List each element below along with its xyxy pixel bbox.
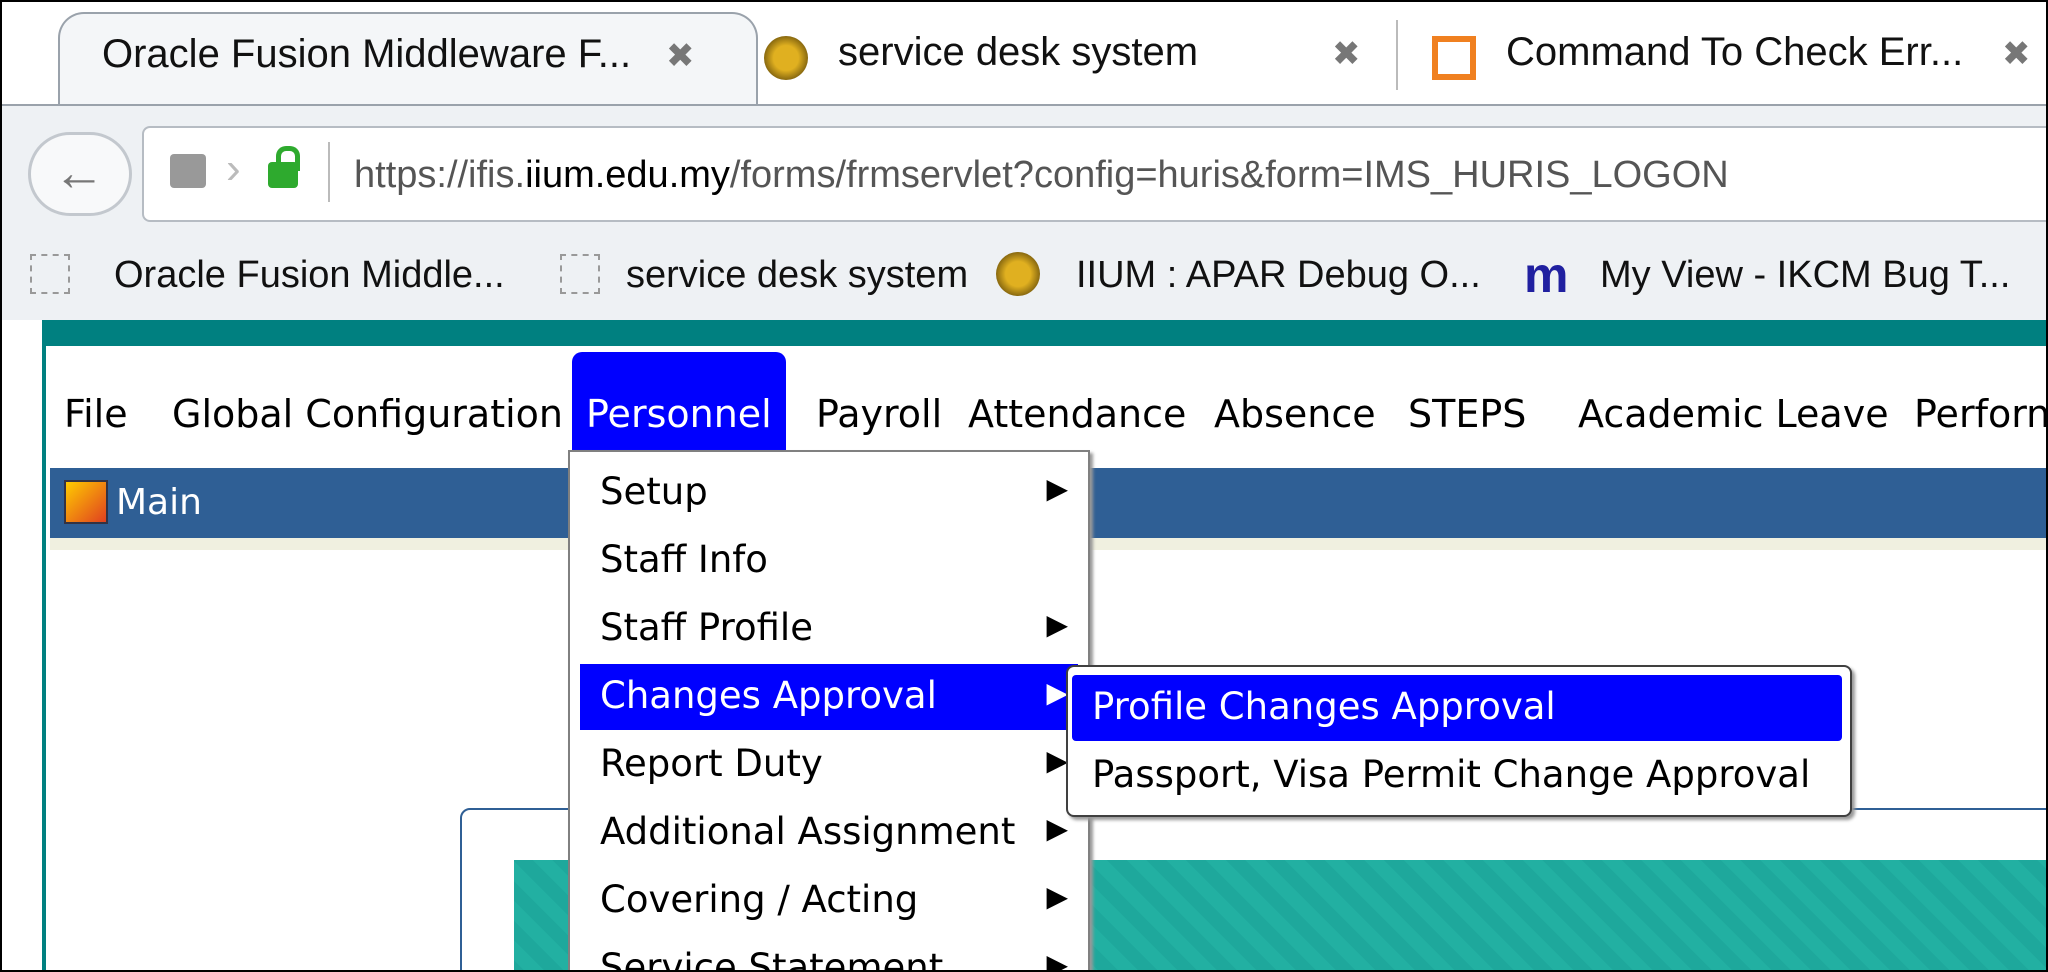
menu-absence[interactable]: Absence — [1214, 392, 1376, 436]
tab-title: service desk system — [838, 30, 1199, 74]
bookmark-page-icon — [560, 254, 600, 294]
menu-item-label: Staff Profile — [600, 606, 813, 649]
submenu-arrow-icon: ▶ — [1046, 472, 1068, 505]
menu-item-label: Profile Changes Approval — [1092, 685, 1556, 728]
menu-item-additional-assignment[interactable]: Additional Assignment ▶ — [580, 800, 1078, 866]
menu-item-report-duty[interactable]: Report Duty ▶ — [580, 732, 1078, 798]
menu-item-staff-profile[interactable]: Staff Profile ▶ — [580, 596, 1078, 662]
menu-item-label: Additional Assignment — [600, 810, 1016, 853]
submenu-arrow-icon: ▶ — [1046, 948, 1068, 972]
menu-attendance[interactable]: Attendance — [968, 392, 1186, 436]
back-button[interactable]: ← — [28, 132, 132, 216]
url-prefix: https://ifis. — [354, 154, 526, 196]
menu-personnel[interactable]: Personnel — [572, 352, 786, 466]
menu-file[interactable]: File — [64, 392, 128, 436]
menu-item-label: Report Duty — [600, 742, 823, 785]
window-icon — [64, 480, 108, 524]
menu-item-label: Staff Info — [600, 538, 768, 581]
chevron-right-icon: › — [226, 144, 241, 193]
iium-logo-icon — [764, 36, 808, 80]
url-text: https://ifis.iium.edu.my/forms/frmservle… — [354, 154, 1729, 197]
menu-steps[interactable]: STEPS — [1408, 392, 1526, 436]
browser-window: Oracle Fusion Middleware F... ✖ service … — [0, 0, 2048, 972]
bookmark-page-icon — [30, 254, 70, 294]
tab-title: Command To Check Err... — [1506, 30, 1964, 74]
submenu-arrow-icon: ▶ — [1046, 812, 1068, 845]
close-icon[interactable]: ✖ — [1332, 34, 1361, 74]
menu-item-label: Covering / Acting — [600, 878, 919, 921]
menu-item-setup[interactable]: Setup ▶ — [580, 460, 1078, 526]
changes-approval-submenu: Profile Changes Approval Passport, Visa … — [1066, 665, 1852, 817]
bookmark-item[interactable]: IIUM : APAR Debug O... — [1076, 254, 1481, 297]
tab-divider — [1396, 20, 1398, 90]
menu-item-changes-approval[interactable]: Changes Approval ▶ — [580, 664, 1078, 730]
bookmark-item[interactable]: service desk system — [626, 254, 968, 297]
mantis-icon: m — [1524, 247, 1569, 303]
submenu-arrow-icon: ▶ — [1046, 676, 1068, 709]
menu-global-configuration[interactable]: Global Configuration — [172, 392, 563, 436]
lock-shackle — [276, 146, 300, 171]
close-icon[interactable]: ✖ — [666, 36, 695, 76]
address-bar[interactable]: › https://ifis.iium.edu.my/forms/frmserv… — [142, 126, 2046, 222]
menu-item-passport-visa-permit-approval[interactable]: Passport, Visa Permit Change Approval — [1072, 743, 1842, 809]
app-header-band — [46, 320, 2046, 346]
menu-item-label: Setup — [600, 470, 708, 513]
menu-item-label: Changes Approval — [600, 674, 937, 717]
back-arrow-icon: ← — [53, 144, 105, 202]
stackoverflow-icon — [1432, 36, 1476, 80]
bookmarks-bar: Oracle Fusion Middle... service desk sys… — [2, 234, 2046, 320]
tab-service-desk[interactable]: service desk system ✖ — [758, 12, 1398, 104]
submenu-arrow-icon: ▶ — [1046, 744, 1068, 777]
submenu-arrow-icon: ▶ — [1046, 608, 1068, 641]
site-identity-icon[interactable] — [170, 154, 206, 188]
tab-strip: Oracle Fusion Middleware F... ✖ service … — [2, 2, 2046, 104]
tab-oracle-fusion[interactable]: Oracle Fusion Middleware F... ✖ — [58, 12, 758, 104]
tab-title: Oracle Fusion Middleware F... — [102, 32, 632, 76]
menu-item-profile-changes-approval[interactable]: Profile Changes Approval — [1072, 675, 1842, 741]
menu-item-staff-info[interactable]: Staff Info — [580, 528, 1078, 594]
close-icon[interactable]: ✖ — [2002, 34, 2031, 74]
url-domain: iium.edu.my — [525, 154, 730, 196]
menu-performance[interactable]: Perforn — [1914, 392, 2046, 436]
menu-item-label: Service Statement — [600, 946, 944, 972]
menu-payroll[interactable]: Payroll — [816, 392, 942, 436]
personnel-dropdown-menu: Setup ▶ Staff Info Staff Profile ▶ Changes… — [568, 450, 1090, 972]
menu-item-covering-acting[interactable]: Covering / Acting ▶ — [580, 868, 1078, 934]
url-path: /forms/frmservlet?config=huris&form=IMS_… — [729, 154, 1729, 196]
menu-academic-leave[interactable]: Academic Leave — [1578, 392, 1889, 436]
menu-item-service-statement[interactable]: Service Statement ▶ — [580, 936, 1078, 972]
navigation-bar: ← › https://ifis.iium.edu.my/forms/frmse… — [2, 104, 2046, 236]
submenu-arrow-icon: ▶ — [1046, 880, 1068, 913]
menu-item-label: Passport, Visa Permit Change Approval — [1092, 753, 1811, 796]
tab-command-check[interactable]: Command To Check Err... ✖ — [1402, 12, 2046, 104]
divider — [328, 142, 330, 202]
bookmark-item[interactable]: My View - IKCM Bug T... — [1600, 254, 2010, 297]
main-window-title: Main — [116, 482, 202, 523]
bookmark-item[interactable]: Oracle Fusion Middle... — [114, 254, 505, 297]
iium-logo-icon — [996, 252, 1040, 296]
